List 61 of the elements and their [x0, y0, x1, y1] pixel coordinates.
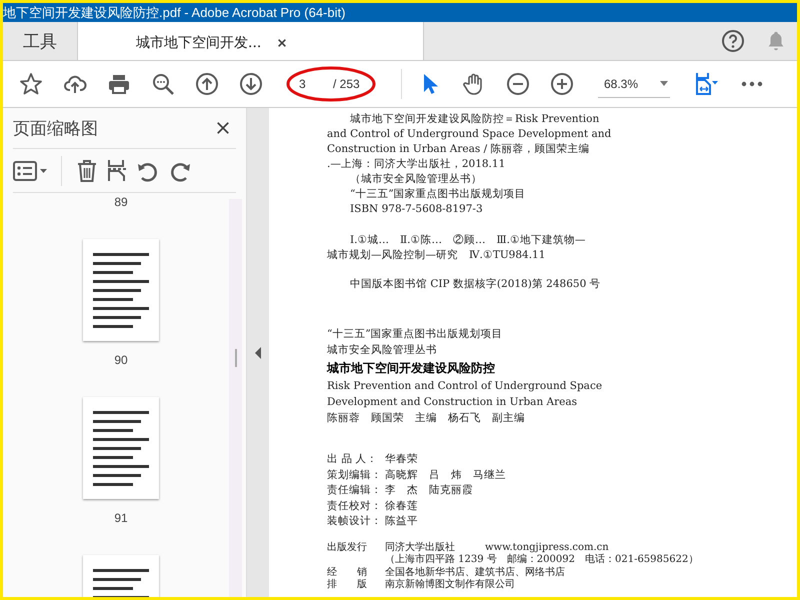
zoom-dropdown[interactable]: 68.3% — [598, 70, 670, 98]
credit-label: 责任编辑： — [327, 483, 383, 498]
help-icon[interactable] — [721, 29, 745, 53]
page-thumbnail[interactable] — [83, 397, 159, 499]
text-line: “十三五”国家重点图书出版规划项目 — [349, 187, 527, 202]
close-icon[interactable] — [277, 38, 288, 48]
printer-icon[interactable] — [107, 72, 131, 96]
text-line: Risk Prevention and Control of Underground Space — [327, 379, 604, 394]
text-line: 陈丽蓉 顾国荣 主编 杨石飞 副主编 — [327, 411, 526, 426]
tab[interactable]: 城市地下空间开发... — [78, 22, 424, 60]
credit-value: 南京新翰博图文制作有限公司 — [385, 579, 515, 592]
text-line: Construction in Urban Areas / 陈丽蓉，顾国荣主编 — [327, 142, 590, 157]
credit-value: 同济大学出版社 www.tongjipress.com.cn — [385, 542, 609, 554]
credit-value: （上海市四平路 1239 号 邮编：200092 电话：021-65985622） — [385, 554, 698, 566]
page-number-field[interactable]: 3 — [291, 73, 333, 95]
credit-value: 李 杰 陆克丽霞 — [385, 483, 473, 498]
page-extract-icon[interactable] — [106, 158, 128, 182]
arrow-down-circle-icon[interactable] — [239, 72, 263, 96]
text-line: 中国版本图书馆 CIP 数据核字(2018)第 248650 号 — [349, 277, 602, 292]
credit-value: 华春荣 — [385, 452, 418, 467]
text-line: ISBN 978-7-5608-8197-3 — [349, 202, 484, 217]
credit-value: 高晓辉 吕 炜 马继兰 — [385, 468, 506, 482]
page-count: / 253 — [333, 77, 361, 91]
credit-value: 陈益平 — [385, 514, 418, 529]
credit-label: 责任校对： — [327, 498, 383, 514]
text-line: 城市安全风险管理丛书 — [327, 343, 438, 358]
text-line: 城市地下空间开发建设风险防控＝Risk Prevention — [349, 112, 600, 127]
search-icon[interactable] — [151, 72, 175, 96]
credit-label: 出版发行 — [327, 542, 368, 554]
panel-title: 页面缩略图 — [13, 118, 98, 140]
credit-value: 全国各地新华书店、建筑书店、网络书店 — [385, 566, 565, 578]
page-number: 89 — [114, 195, 128, 209]
book-title: 城市地下空间开发建设风险防控 — [327, 360, 496, 377]
credit-value: 徐春莲 — [385, 498, 418, 514]
credit-label: 出 品 人： — [327, 452, 379, 467]
page-thumbnail[interactable] — [83, 239, 159, 341]
text-line: “十三五”国家重点图书出版规划项目 — [327, 327, 504, 342]
zoom-in-icon[interactable] — [550, 72, 574, 96]
credit-label: 装帧设计： — [327, 514, 383, 529]
text-line: 城市规划—风险控制—研究 Ⅳ.①TU984.11 — [327, 248, 546, 263]
text-line: and Control of Underground Space Development and — [327, 127, 612, 142]
close-icon[interactable] — [216, 121, 230, 135]
window-title: 地下空间开发建设风险防控.pdf - Adobe Acrobat Pro (64-bit) — [3, 3, 797, 22]
credit-label: 经 销 — [327, 566, 368, 578]
star-icon[interactable] — [19, 72, 43, 96]
options-icon[interactable] — [13, 158, 47, 182]
collapse-arrow-icon[interactable] — [255, 346, 261, 358]
page-number: 90 — [114, 353, 128, 367]
text-line: .—上海：同济大学出版社，2018.11 — [327, 157, 506, 172]
fit-width-icon[interactable] — [695, 72, 721, 96]
text-line: （城市安全风险管理丛书） — [349, 172, 483, 187]
trash-icon[interactable] — [76, 158, 98, 182]
credit-label: 策划编辑： — [327, 468, 383, 482]
zoom-out-icon[interactable] — [506, 72, 530, 96]
text-line: Ⅰ.①城… Ⅱ.①陈… ②顾… Ⅲ.①地下建筑物— — [349, 233, 586, 248]
page-number: 91 — [114, 511, 128, 525]
arrow-up-circle-icon[interactable] — [195, 72, 219, 96]
caret-icon — [660, 81, 668, 86]
credit-label: 排 版 — [327, 579, 368, 592]
text-line: Development and Construction in Urban Areas — [327, 395, 578, 410]
scrollbar[interactable] — [229, 199, 242, 597]
